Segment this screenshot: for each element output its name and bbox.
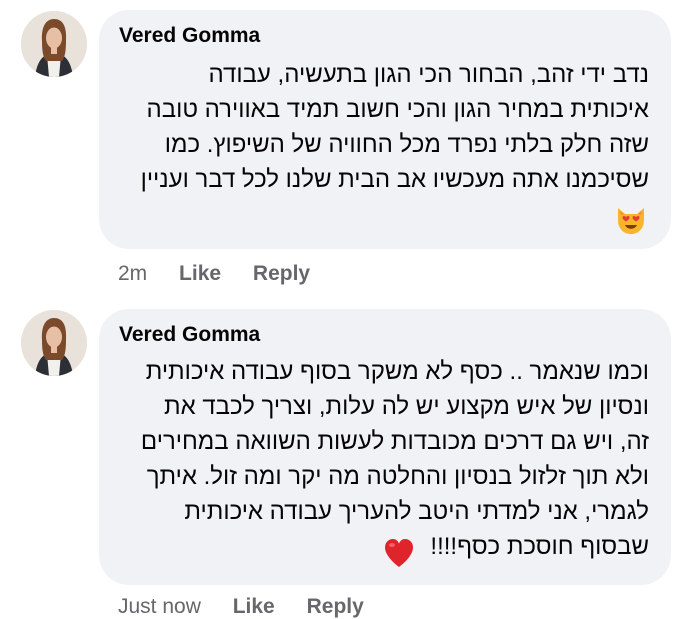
like-button[interactable]: Like: [179, 262, 221, 286]
comment-text-line: ונסיון של איש מקצוע יש לה עלות, וצריך לכ…: [164, 393, 649, 420]
comment-text-line: שזה חלק בלתי נפרד מכל החוויה של השיפוץ. …: [164, 131, 649, 158]
comment-text-line: איכותית במחיר הגון והכי חשוב תמיד באוויר…: [146, 96, 649, 123]
comment-bubble: Vered Gomma נדב ידי זהב, הבחור הכי הגון …: [99, 10, 671, 249]
comment-actions: Just now Like Reply: [118, 595, 390, 619]
comment-text-line: נדב ידי זהב, הבחור הכי הגון בתעשיה, עבוד…: [208, 61, 649, 88]
comment-text: וכמו שנאמר .. כסף לא משקר בסוף עבודה איכ…: [119, 354, 649, 564]
reply-button[interactable]: Reply: [253, 262, 310, 286]
timestamp[interactable]: 2m: [118, 262, 147, 286]
comment-author[interactable]: Vered Gomma: [119, 323, 260, 347]
like-button[interactable]: Like: [233, 595, 275, 619]
avatar[interactable]: [21, 11, 87, 77]
comment-text-line: ולא תוך זלזול בנסיון והחלטה מה יקר ומה ז…: [146, 463, 649, 490]
avatar[interactable]: [21, 310, 87, 376]
heart-eyes-cat-icon: [614, 202, 648, 236]
comment-actions: 2m Like Reply: [118, 262, 336, 286]
comment-bubble: Vered Gomma וכמו שנאמר .. כסף לא משקר בס…: [99, 309, 671, 585]
comment-text-line: שסיכמנו אתה מעכשיו אב הבית שלנו לכל דבר …: [140, 166, 649, 193]
timestamp[interactable]: Just now: [118, 595, 201, 619]
red-heart-icon: [382, 536, 416, 570]
comment-text-line: זה, ויש גם דרכים מכובדות לעשות השוואה במ…: [140, 428, 649, 455]
reply-button[interactable]: Reply: [307, 595, 364, 619]
comment-text-line: לגמרי, אני למדתי היטב להעריך עבודה איכות…: [184, 498, 649, 525]
comment-author[interactable]: Vered Gomma: [119, 24, 260, 48]
comment-text: נדב ידי זהב, הבחור הכי הגון בתעשיה, עבוד…: [119, 57, 649, 197]
comment-text-line: וכמו שנאמר .. כסף לא משקר בסוף עבודה איכ…: [145, 358, 649, 385]
